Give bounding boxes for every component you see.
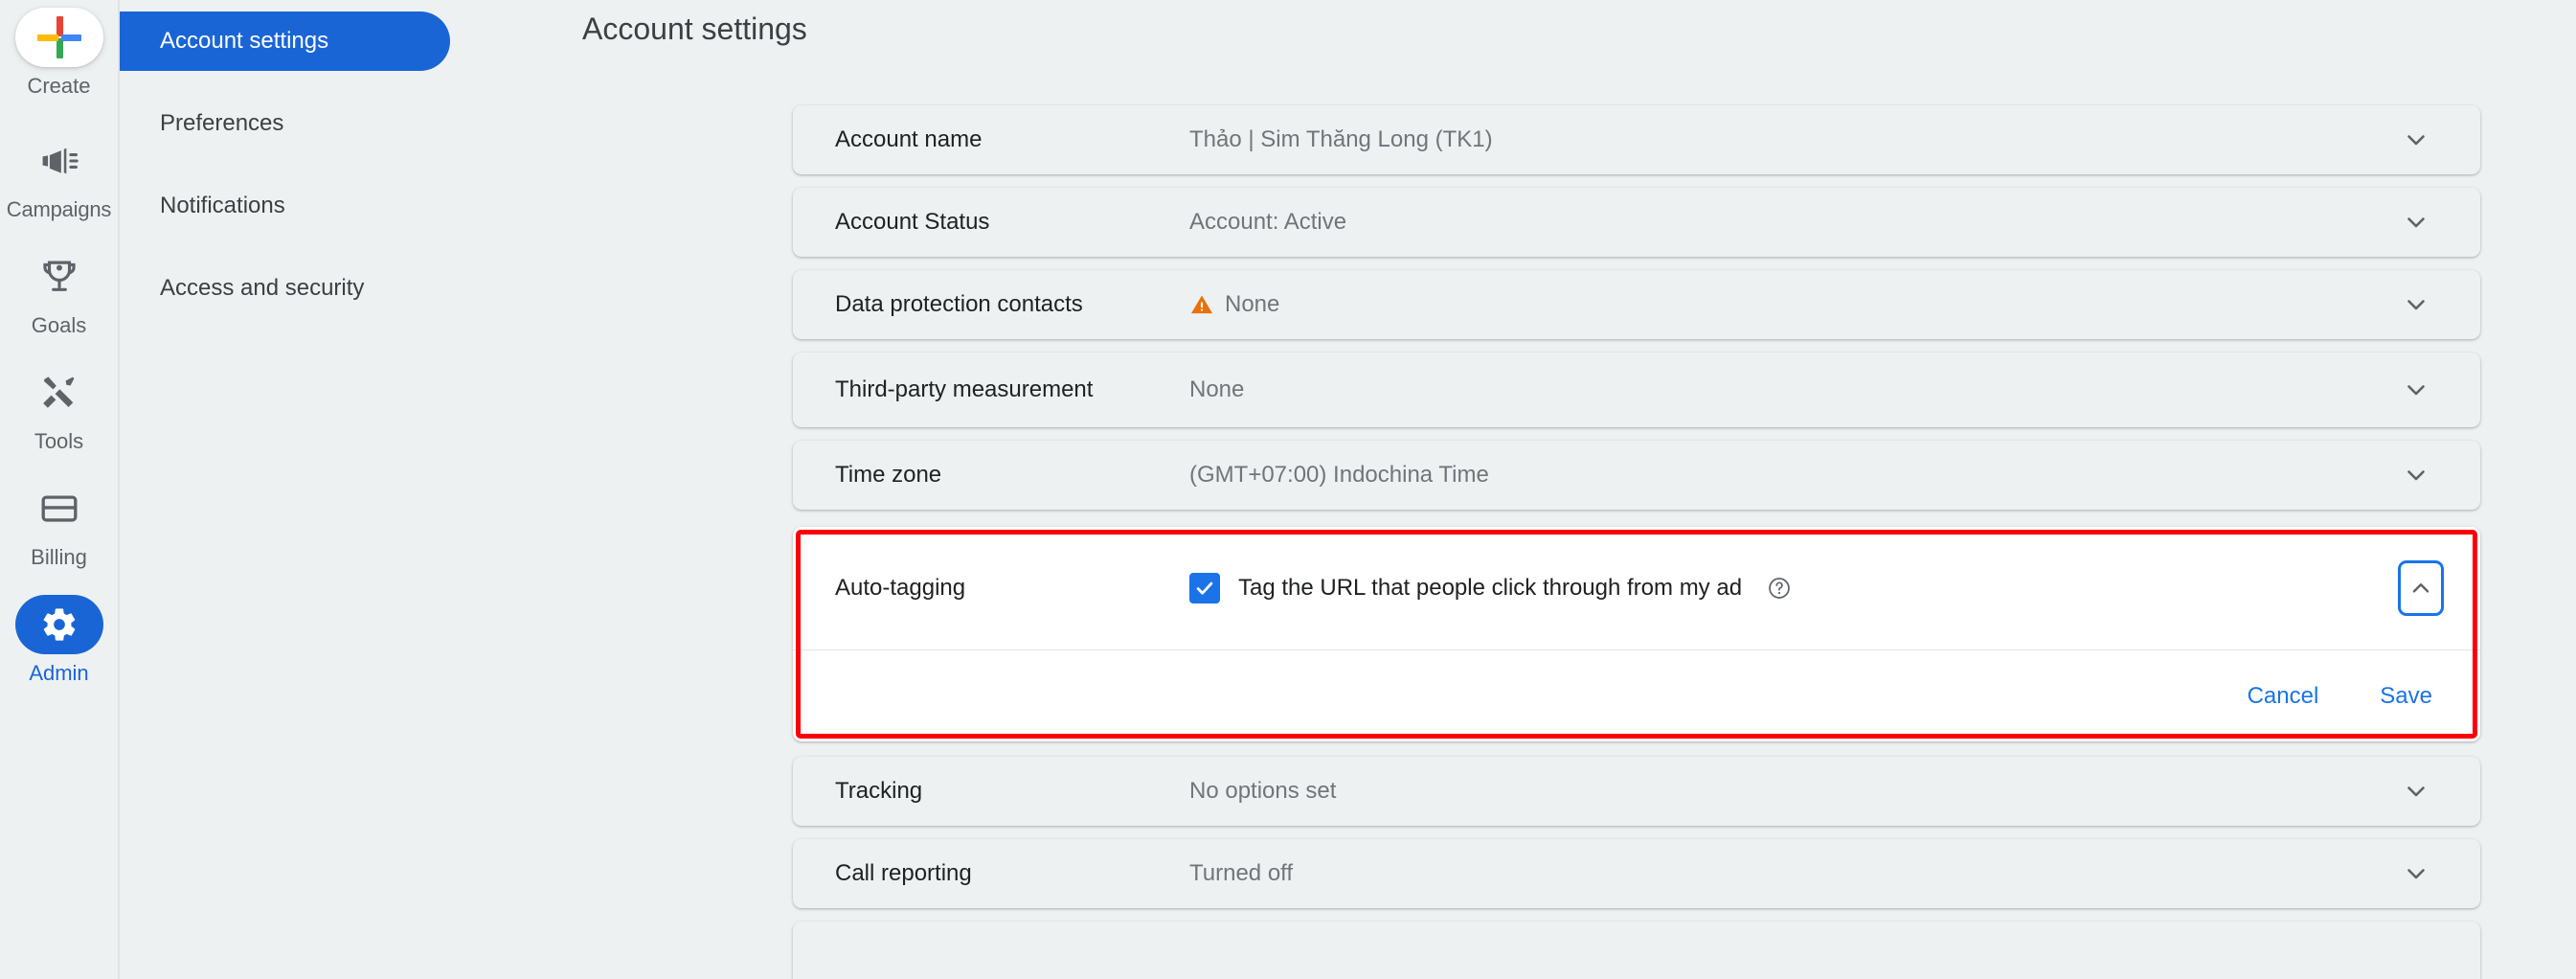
row-label: Call reporting xyxy=(835,860,972,886)
sidebar-item-preferences[interactable]: Preferences xyxy=(120,94,450,153)
primary-nav-rail: Create Campaigns Goals Tools Billing Adm… xyxy=(0,0,120,979)
rail-label-tools: Tools xyxy=(34,429,84,453)
tools-icon xyxy=(42,376,74,408)
row-label: Data protection contacts xyxy=(835,291,1083,317)
row-value: No options set xyxy=(1189,778,1337,804)
credit-card-icon xyxy=(41,495,77,522)
sidebar-label-account-settings: Account settings xyxy=(160,28,329,54)
row-value: Thảo | Sim Thăng Long (TK1) xyxy=(1189,126,1493,152)
setting-card-auto-tagging: Auto-tagging Tag the URL that people cli… xyxy=(793,527,2480,741)
rail-label-campaigns: Campaigns xyxy=(6,197,112,221)
auto-tagging-checkbox[interactable] xyxy=(1189,573,1220,603)
megaphone-icon xyxy=(42,148,79,174)
setting-row-tracking[interactable]: Tracking No options set xyxy=(793,757,2480,826)
setting-row-account-name[interactable]: Account name Thảo | Sim Thăng Long (TK1) xyxy=(793,105,2480,174)
cancel-button[interactable]: Cancel xyxy=(2242,675,2325,717)
save-button[interactable]: Save xyxy=(2374,675,2438,717)
rail-item-billing[interactable]: Billing xyxy=(0,479,119,570)
auto-tagging-section: Auto-tagging Tag the URL that people cli… xyxy=(793,527,2480,741)
help-circle-icon[interactable] xyxy=(1767,576,1792,601)
row-value: Account: Active xyxy=(1189,209,1347,235)
sidebar-item-notifications[interactable]: Notifications xyxy=(120,176,450,236)
chevron-up-icon xyxy=(2412,583,2429,593)
row-label: Auto-tagging xyxy=(835,575,966,601)
row-value: (GMT+07:00) Indochina Time xyxy=(1189,462,1489,488)
row-value-wrap: None xyxy=(1189,291,2480,318)
chevron-down-icon[interactable] xyxy=(2400,374,2432,406)
row-label: Time zone xyxy=(835,462,942,488)
rail-label-create: Create xyxy=(27,74,91,98)
rail-item-tools[interactable]: Tools xyxy=(0,363,119,454)
chevron-down-icon[interactable] xyxy=(2400,124,2432,156)
chevron-down-icon[interactable] xyxy=(2400,206,2432,239)
setting-row-partial[interactable] xyxy=(793,922,2480,979)
sidebar-item-account-settings[interactable]: Account settings xyxy=(120,11,450,71)
row-value: None xyxy=(1225,291,1280,317)
setting-row-account-status[interactable]: Account Status Account: Active xyxy=(793,188,2480,257)
sidebar-item-access-and-security[interactable]: Access and security xyxy=(120,259,450,318)
trophy-icon xyxy=(42,261,76,291)
chevron-down-icon[interactable] xyxy=(2400,288,2432,321)
rail-label-admin: Admin xyxy=(29,661,89,685)
google-plus-icon xyxy=(36,15,81,59)
rail-label-goals: Goals xyxy=(31,313,87,337)
auto-tagging-collapse-button[interactable] xyxy=(2398,560,2444,616)
row-value-wrap: Turned off xyxy=(1189,860,2480,887)
rail-label-billing: Billing xyxy=(31,545,87,569)
chevron-down-icon[interactable] xyxy=(2400,775,2432,808)
page-title: Account settings xyxy=(582,11,807,46)
campaigns-icon-wrap xyxy=(15,131,103,191)
row-label: Tracking xyxy=(835,778,923,804)
row-value-wrap: (GMT+07:00) Indochina Time xyxy=(1189,462,2480,489)
secondary-sidebar: Account settings Preferences Notificatio… xyxy=(120,0,565,979)
row-value-wrap: None xyxy=(1189,376,2480,403)
setting-row-time-zone[interactable]: Time zone (GMT+07:00) Indochina Time xyxy=(793,441,2480,510)
row-value-wrap: Account: Active xyxy=(1189,209,2480,236)
row-label: Third-party measurement xyxy=(835,376,1094,402)
sidebar-label-preferences: Preferences xyxy=(160,110,284,136)
warning-triangle-icon xyxy=(1189,292,1214,317)
gear-icon xyxy=(42,608,75,641)
row-value: Turned off xyxy=(1189,860,1294,886)
auto-tagging-footer-actions: Cancel Save xyxy=(793,650,2480,741)
row-label: Account Status xyxy=(835,209,990,235)
auto-tagging-checkbox-label: Tag the URL that people click through fr… xyxy=(1238,575,1743,601)
chevron-down-icon[interactable] xyxy=(2400,857,2432,890)
row-value-wrap: Thảo | Sim Thăng Long (TK1) xyxy=(1189,126,2480,153)
chevron-down-icon[interactable] xyxy=(2400,459,2432,491)
settings-card-list: Account name Thảo | Sim Thăng Long (TK1)… xyxy=(793,105,2480,979)
row-label: Account name xyxy=(835,126,983,152)
goals-icon-wrap xyxy=(15,247,103,307)
sidebar-label-access-and-security: Access and security xyxy=(160,275,365,301)
setting-row-call-reporting[interactable]: Call reporting Turned off xyxy=(793,839,2480,908)
billing-icon-wrap xyxy=(15,479,103,538)
setting-row-third-party-measurement[interactable]: Third-party measurement None xyxy=(793,353,2480,427)
main-content: Account settings Account name Thảo | Sim… xyxy=(565,0,2576,979)
create-button-pill[interactable] xyxy=(14,8,103,67)
auto-tagging-header: Auto-tagging Tag the URL that people cli… xyxy=(793,527,2480,649)
app-root: Create Campaigns Goals Tools Billing Adm… xyxy=(0,0,2576,979)
admin-active-pill[interactable] xyxy=(14,595,103,654)
tools-icon-wrap xyxy=(15,363,103,422)
auto-tagging-control-row: Tag the URL that people click through fr… xyxy=(1189,573,2480,603)
rail-item-campaigns[interactable]: Campaigns xyxy=(0,131,119,222)
row-value-wrap: No options set xyxy=(1189,778,2480,805)
setting-row-data-protection-contacts[interactable]: Data protection contacts None xyxy=(793,270,2480,339)
row-value: None xyxy=(1189,376,1245,402)
rail-item-create[interactable]: Create xyxy=(0,8,119,99)
sidebar-label-notifications: Notifications xyxy=(160,193,285,218)
rail-item-admin[interactable]: Admin xyxy=(0,595,119,686)
rail-item-goals[interactable]: Goals xyxy=(0,247,119,338)
